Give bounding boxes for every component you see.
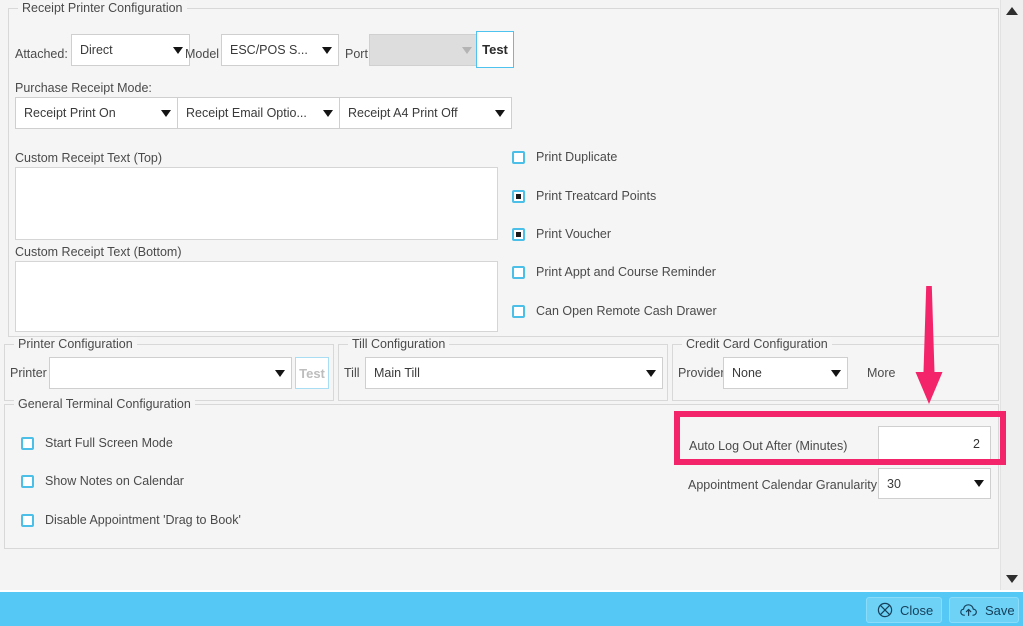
checkbox-label: Print Voucher (536, 227, 612, 241)
credit-card-more-link[interactable]: More (867, 366, 895, 380)
triangle-up-icon (1006, 7, 1018, 15)
dialog-action-bar: Close Save (0, 590, 1023, 626)
save-button-label: Save (985, 602, 1015, 618)
custom-receipt-bottom-textarea[interactable] (15, 261, 498, 332)
save-button[interactable]: Save (949, 597, 1019, 623)
group-legend-credit-card-configuration: Credit Card Configuration (682, 337, 832, 351)
chevron-down-icon (495, 109, 505, 117)
group-legend-printer-configuration: Printer Configuration (14, 337, 137, 351)
checkbox-print-duplicate[interactable]: Print Duplicate (512, 150, 617, 164)
chevron-down-icon (173, 46, 183, 54)
chevron-down-icon (323, 109, 333, 117)
attached-label: Attached: (15, 47, 68, 61)
group-general-terminal-configuration: General Terminal Configuration Start Ful… (4, 397, 999, 549)
checkbox-label: Show Notes on Calendar (45, 474, 184, 488)
calendar-granularity-select[interactable]: 30 (878, 468, 991, 499)
group-till-configuration: Till Configuration Till Main Till (338, 337, 668, 401)
checkbox-print-treatcard-points[interactable]: Print Treatcard Points (512, 189, 656, 203)
chevron-down-icon (161, 109, 171, 117)
checkbox-can-open-remote-cash-drawer[interactable]: Can Open Remote Cash Drawer (512, 304, 717, 318)
chevron-down-icon (275, 369, 285, 377)
model-value: ESC/POS S... (230, 43, 308, 57)
checkbox-label: Print Appt and Course Reminder (536, 265, 716, 279)
group-legend-general-terminal: General Terminal Configuration (14, 397, 195, 411)
group-legend-receipt-printer: Receipt Printer Configuration (18, 1, 187, 15)
chevron-down-icon (462, 46, 472, 54)
receipt-printer-test-label: Test (482, 42, 508, 57)
group-receipt-printer-configuration: Receipt Printer Configuration Attached: … (8, 1, 999, 337)
close-circle-icon (877, 602, 893, 618)
close-button-label: Close (900, 602, 934, 618)
triangle-down-icon (1006, 575, 1018, 583)
receipt-a4-mode-select[interactable]: Receipt A4 Print Off (339, 97, 512, 129)
till-label: Till (344, 366, 360, 380)
close-button[interactable]: Close (866, 597, 942, 623)
scrollbar-down-button[interactable] (1001, 570, 1023, 588)
settings-dialog: Receipt Printer Configuration Attached: … (0, 0, 1023, 626)
checkbox-box-icon (512, 150, 525, 164)
cloud-upload-icon (960, 603, 978, 617)
group-legend-till-configuration: Till Configuration (348, 337, 450, 351)
attached-select[interactable]: Direct (71, 34, 190, 66)
checkbox-box-icon (21, 513, 34, 527)
printer-test-button: Test (295, 357, 329, 389)
checkbox-box-icon (512, 304, 525, 318)
till-value: Main Till (374, 366, 420, 380)
attached-value: Direct (80, 43, 113, 57)
custom-receipt-top-label: Custom Receipt Text (Top) (15, 151, 163, 165)
checkbox-label: Disable Appointment 'Drag to Book' (45, 513, 241, 527)
receipt-email-mode-value: Receipt Email Optio... (186, 106, 307, 120)
checkbox-box-icon (512, 265, 525, 279)
provider-label: Provider (678, 366, 725, 380)
checkbox-label: Print Treatcard Points (536, 189, 657, 203)
provider-value: None (732, 366, 762, 380)
provider-select[interactable]: None (723, 357, 848, 389)
chevron-down-icon (322, 46, 332, 54)
checkbox-box-checked-icon (512, 227, 525, 241)
printer-label: Printer (10, 366, 47, 380)
settings-scroll-area: Receipt Printer Configuration Attached: … (0, 0, 1000, 590)
printer-select[interactable] (49, 357, 292, 389)
receipt-print-mode-select[interactable]: Receipt Print On (15, 97, 178, 129)
custom-receipt-bottom-label: Custom Receipt Text (Bottom) (15, 245, 182, 259)
checkbox-label: Print Duplicate (536, 150, 618, 164)
till-select[interactable]: Main Till (365, 357, 663, 389)
checkbox-start-full-screen-mode[interactable]: Start Full Screen Mode (21, 436, 173, 450)
scrollbar-up-button[interactable] (1001, 2, 1023, 20)
vertical-scrollbar[interactable] (1000, 0, 1023, 590)
auto-log-out-value: 2 (973, 436, 980, 451)
purchase-receipt-mode-label: Purchase Receipt Mode: (15, 81, 152, 95)
chevron-down-icon (646, 369, 656, 377)
model-select[interactable]: ESC/POS S... (221, 34, 339, 66)
checkbox-label: Start Full Screen Mode (45, 436, 173, 450)
checkbox-box-checked-icon (512, 189, 525, 203)
checkbox-show-notes-on-calendar[interactable]: Show Notes on Calendar (21, 474, 184, 488)
group-printer-configuration: Printer Configuration Printer Test (4, 337, 334, 401)
port-select (369, 34, 479, 66)
checkbox-print-appt-course-reminder[interactable]: Print Appt and Course Reminder (512, 265, 716, 279)
calendar-granularity-label: Appointment Calendar Granularity (688, 478, 877, 492)
auto-log-out-input[interactable]: 2 (878, 426, 991, 461)
custom-receipt-top-textarea[interactable] (15, 167, 498, 240)
calendar-granularity-value: 30 (887, 476, 901, 491)
checkbox-disable-drag-to-book[interactable]: Disable Appointment 'Drag to Book' (21, 513, 241, 527)
checkbox-print-voucher[interactable]: Print Voucher (512, 227, 611, 241)
checkbox-label: Can Open Remote Cash Drawer (536, 304, 717, 318)
chevron-down-icon (974, 480, 984, 487)
receipt-print-mode-value: Receipt Print On (24, 106, 116, 120)
group-credit-card-configuration: Credit Card Configuration Provider None … (672, 337, 999, 401)
receipt-email-mode-select[interactable]: Receipt Email Optio... (177, 97, 340, 129)
model-label: Model (185, 47, 220, 61)
checkbox-box-icon (21, 436, 34, 450)
printer-test-label: Test (299, 365, 325, 381)
receipt-a4-mode-value: Receipt A4 Print Off (348, 106, 458, 120)
receipt-printer-test-button[interactable]: Test (476, 31, 514, 68)
chevron-down-icon (831, 369, 841, 377)
auto-log-out-label: Auto Log Out After (Minutes) (689, 439, 848, 453)
checkbox-box-icon (21, 474, 34, 488)
port-label: Port (345, 47, 368, 61)
